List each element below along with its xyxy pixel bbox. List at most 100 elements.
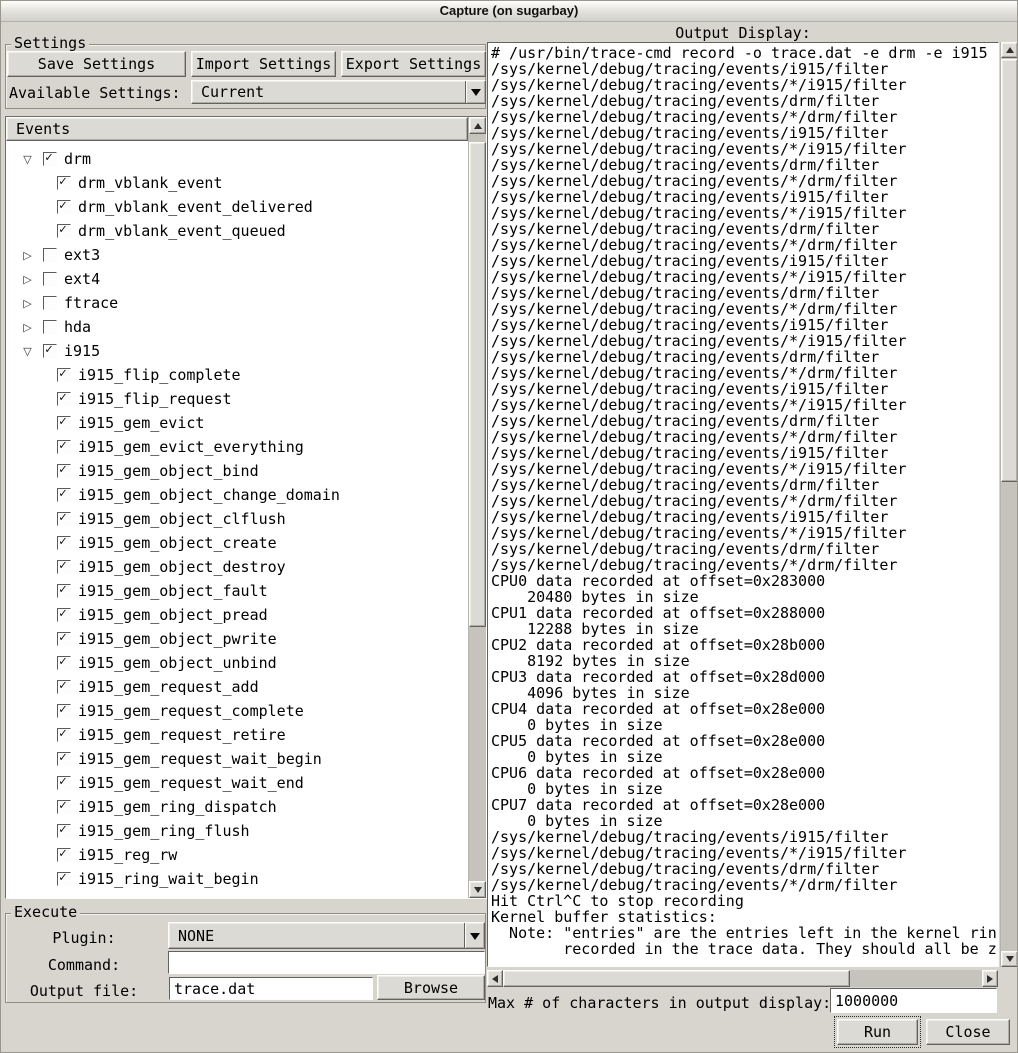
- tree-row[interactable]: i915_gem_object_create: [7, 531, 468, 555]
- event-checkbox[interactable]: [57, 824, 71, 838]
- import-settings-button[interactable]: Import Settings: [191, 51, 336, 77]
- capture-window: Capture (on sugarbay) Settings Save Sett…: [0, 0, 1018, 1053]
- event-checkbox[interactable]: [43, 272, 57, 286]
- event-checkbox[interactable]: [57, 704, 71, 718]
- expander-expanded-icon[interactable]: ▽: [20, 153, 35, 166]
- tree-row[interactable]: drm_vblank_event_delivered: [7, 195, 468, 219]
- tree-row[interactable]: ▽drm: [7, 147, 468, 171]
- tree-row[interactable]: i915_reg_rw: [7, 843, 468, 867]
- plugin-select[interactable]: NONE: [168, 922, 485, 949]
- event-checkbox[interactable]: [57, 488, 71, 502]
- event-checkbox[interactable]: [43, 320, 57, 334]
- event-checkbox[interactable]: [57, 632, 71, 646]
- output-file-input[interactable]: [169, 977, 373, 1000]
- close-button[interactable]: Close: [926, 1019, 1010, 1045]
- tree-row[interactable]: i915_gem_request_retire: [7, 723, 468, 747]
- event-label: i915_gem_ring_dispatch: [78, 798, 277, 816]
- tree-row[interactable]: i915_gem_object_pwrite: [7, 627, 468, 651]
- tree-row[interactable]: i915_gem_evict_everything: [7, 435, 468, 459]
- event-label: i915_flip_complete: [78, 366, 241, 384]
- window-titlebar[interactable]: Capture (on sugarbay): [1, 1, 1017, 22]
- output-horizontal-scrollbar[interactable]: [487, 970, 998, 987]
- event-checkbox[interactable]: [57, 368, 71, 382]
- event-checkbox[interactable]: [57, 464, 71, 478]
- tree-row[interactable]: ▷ext3: [7, 243, 468, 267]
- run-button[interactable]: Run: [837, 1019, 918, 1045]
- tree-row[interactable]: ▷ftrace: [7, 291, 468, 315]
- event-checkbox[interactable]: [43, 152, 57, 166]
- tree-row[interactable]: i915_gem_object_clflush: [7, 507, 468, 531]
- output-vertical-scrollbar[interactable]: [1000, 42, 1018, 967]
- event-checkbox[interactable]: [57, 392, 71, 406]
- event-checkbox[interactable]: [57, 440, 71, 454]
- max-chars-input[interactable]: [830, 988, 997, 1013]
- tree-row[interactable]: i915_gem_object_bind: [7, 459, 468, 483]
- tree-row[interactable]: i915_flip_request: [7, 387, 468, 411]
- event-checkbox[interactable]: [57, 752, 71, 766]
- event-checkbox[interactable]: [57, 560, 71, 574]
- tree-row[interactable]: i915_gem_object_unbind: [7, 651, 468, 675]
- tree-row[interactable]: i915_gem_object_pread: [7, 603, 468, 627]
- tree-row[interactable]: i915_gem_ring_flush: [7, 819, 468, 843]
- event-checkbox[interactable]: [57, 200, 71, 214]
- tree-row[interactable]: i915_gem_request_wait_begin: [7, 747, 468, 771]
- event-checkbox[interactable]: [57, 656, 71, 670]
- tree-row[interactable]: i915_gem_request_wait_end: [7, 771, 468, 795]
- event-checkbox[interactable]: [57, 176, 71, 190]
- event-checkbox[interactable]: [43, 248, 57, 262]
- browse-button[interactable]: Browse: [377, 975, 485, 1000]
- tree-row[interactable]: i915_gem_object_fault: [7, 579, 468, 603]
- chevron-down-icon: [464, 923, 484, 948]
- tree-row[interactable]: drm_vblank_event: [7, 171, 468, 195]
- tree-row[interactable]: drm_vblank_event_queued: [7, 219, 468, 243]
- event-checkbox[interactable]: [57, 416, 71, 430]
- event-label: i915_gem_object_destroy: [78, 558, 286, 576]
- event-checkbox[interactable]: [57, 224, 71, 238]
- event-checkbox[interactable]: [57, 584, 71, 598]
- available-settings-select[interactable]: Current: [191, 80, 486, 104]
- tree-row[interactable]: i915_gem_object_change_domain: [7, 483, 468, 507]
- scroll-down-icon[interactable]: [1001, 951, 1018, 967]
- event-checkbox[interactable]: [57, 800, 71, 814]
- tree-row[interactable]: i915_gem_ring_dispatch: [7, 795, 468, 819]
- scroll-up-icon[interactable]: [469, 117, 486, 134]
- tree-row[interactable]: i915_gem_object_destroy: [7, 555, 468, 579]
- events-scrollbar[interactable]: [468, 117, 486, 898]
- scroll-left-icon[interactable]: [487, 970, 503, 987]
- event-checkbox[interactable]: [57, 776, 71, 790]
- event-checkbox[interactable]: [57, 680, 71, 694]
- event-checkbox[interactable]: [57, 872, 71, 886]
- events-column-header[interactable]: Events: [6, 117, 468, 141]
- save-settings-button[interactable]: Save Settings: [7, 51, 186, 77]
- expander-expanded-icon[interactable]: ▽: [20, 345, 35, 358]
- tree-row[interactable]: i915_ring_wait_begin: [7, 867, 468, 891]
- scroll-down-icon[interactable]: [469, 881, 486, 898]
- tree-row[interactable]: i915_flip_complete: [7, 363, 468, 387]
- tree-row[interactable]: ▷ext4: [7, 267, 468, 291]
- expander-collapsed-icon[interactable]: ▷: [20, 273, 35, 286]
- event-checkbox[interactable]: [57, 512, 71, 526]
- event-checkbox[interactable]: [57, 608, 71, 622]
- output-hscrollbar-thumb[interactable]: [503, 970, 850, 987]
- expander-collapsed-icon[interactable]: ▷: [20, 249, 35, 262]
- scroll-right-icon[interactable]: [982, 970, 998, 987]
- tree-row[interactable]: i915_gem_evict: [7, 411, 468, 435]
- tree-row[interactable]: ▷hda: [7, 315, 468, 339]
- events-scrollbar-thumb[interactable]: [469, 142, 486, 627]
- event-checkbox[interactable]: [57, 848, 71, 862]
- output-display-textarea[interactable]: # /usr/bin/trace-cmd record -o trace.dat…: [487, 42, 999, 967]
- output-vscrollbar-thumb[interactable]: [1001, 59, 1018, 482]
- expander-collapsed-icon[interactable]: ▷: [20, 321, 35, 334]
- event-checkbox[interactable]: [57, 728, 71, 742]
- event-checkbox[interactable]: [43, 344, 57, 358]
- export-settings-button[interactable]: Export Settings: [341, 51, 486, 77]
- event-checkbox[interactable]: [57, 536, 71, 550]
- scroll-up-icon[interactable]: [1001, 42, 1018, 58]
- event-checkbox[interactable]: [43, 296, 57, 310]
- tree-row[interactable]: ▽i915: [7, 339, 468, 363]
- expander-collapsed-icon[interactable]: ▷: [20, 297, 35, 310]
- command-input[interactable]: [168, 951, 485, 974]
- tree-row[interactable]: i915_gem_request_add: [7, 675, 468, 699]
- output-display-text: # /usr/bin/trace-cmd record -o trace.dat…: [488, 43, 998, 957]
- tree-row[interactable]: i915_gem_request_complete: [7, 699, 468, 723]
